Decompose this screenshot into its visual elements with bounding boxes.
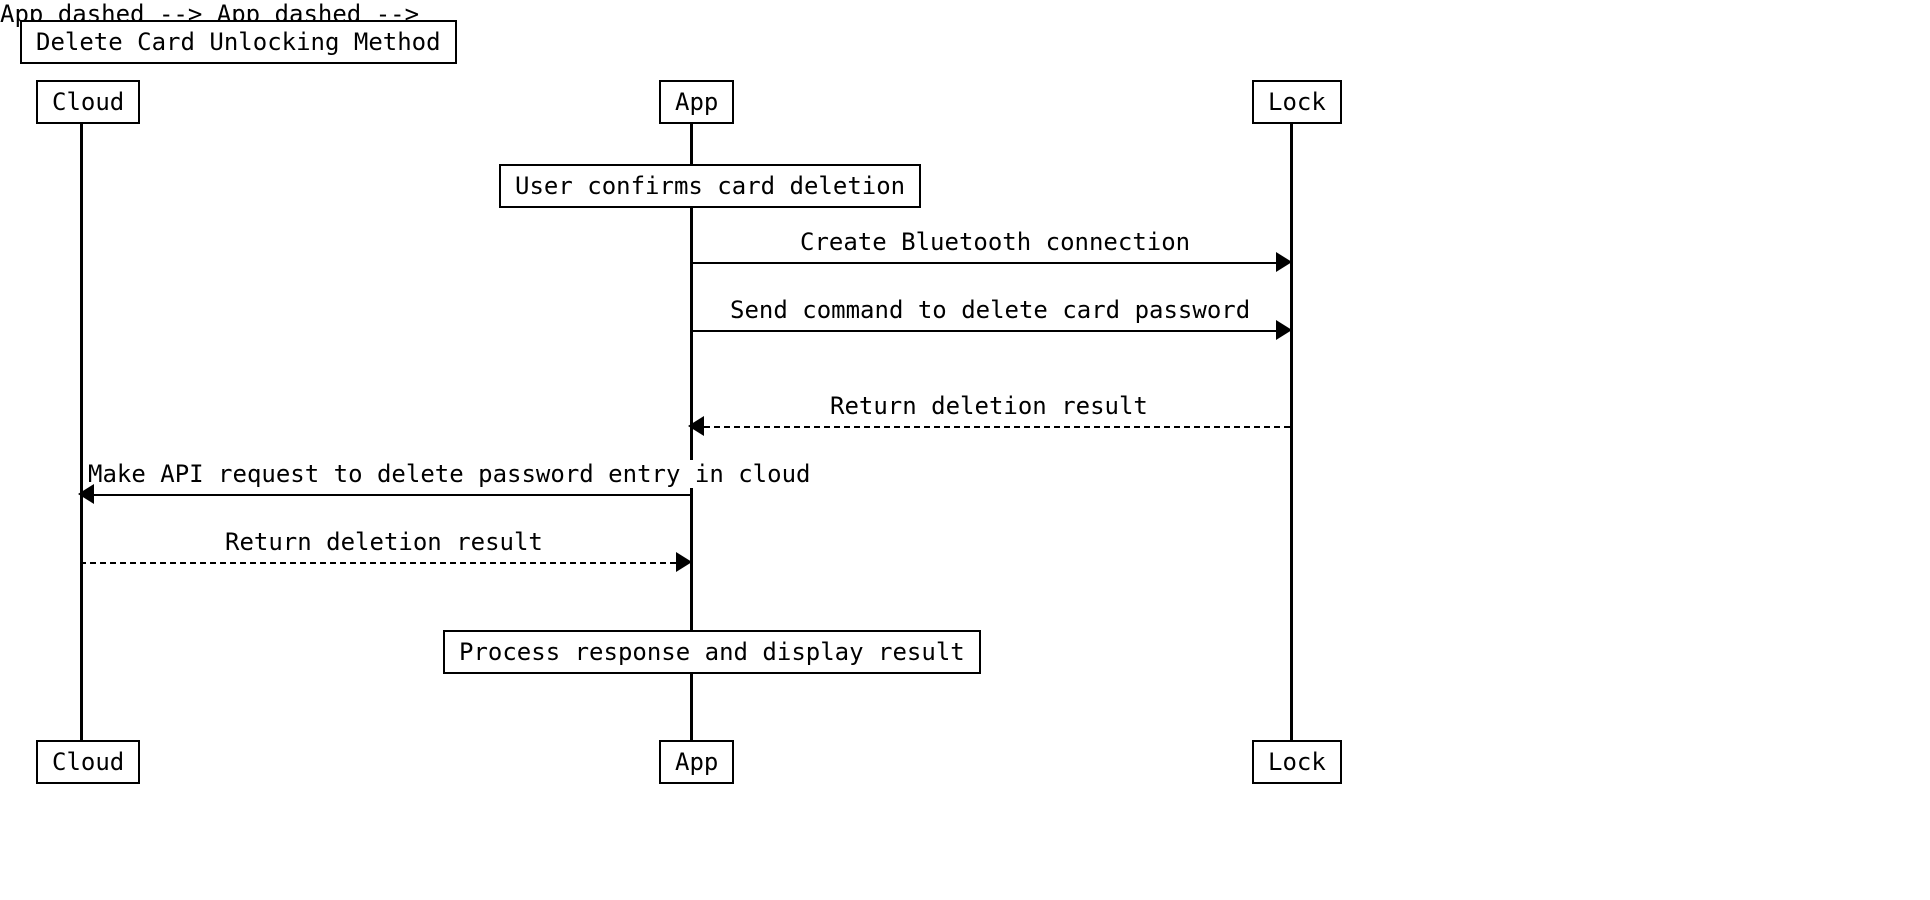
participant-cloud-bottom: Cloud: [36, 740, 140, 784]
participant-app-top: App: [659, 80, 734, 124]
msg-label: Create Bluetooth connection: [800, 228, 1190, 256]
msg-label: Send command to delete card password: [730, 296, 1250, 324]
note-process-response: Process response and display result: [443, 630, 981, 674]
msg-label: Return deletion result: [830, 392, 1148, 420]
participant-lock-top: Lock: [1252, 80, 1342, 124]
lifeline-cloud: [80, 124, 83, 740]
msg-label: Make API request to delete password entr…: [88, 460, 810, 488]
msg-label: Return deletion result: [225, 528, 543, 556]
participant-app-bottom: App: [659, 740, 734, 784]
participant-lock-bottom: Lock: [1252, 740, 1342, 784]
lifeline-lock: [1290, 124, 1293, 740]
sequence-diagram: Delete Card Unlocking Method Cloud App L…: [0, 0, 1930, 900]
note-user-confirm: User confirms card deletion: [499, 164, 921, 208]
diagram-title: Delete Card Unlocking Method: [20, 20, 457, 64]
lifeline-app-bottom: [690, 672, 693, 740]
lifeline-app-mid: [690, 206, 693, 630]
participant-cloud-top: Cloud: [36, 80, 140, 124]
lifeline-app-top1: [690, 124, 693, 164]
